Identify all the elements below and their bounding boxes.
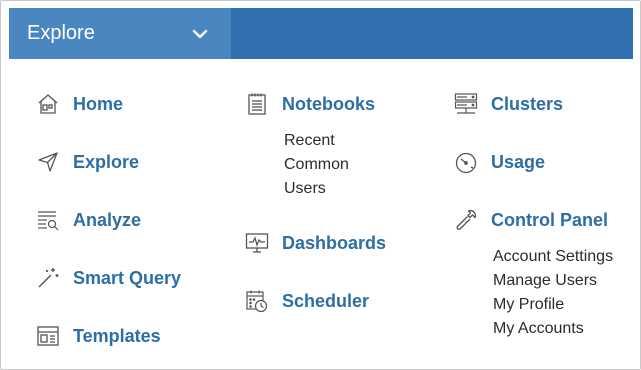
calendar-clock-icon xyxy=(244,288,270,314)
layout-template-icon xyxy=(35,323,61,349)
menu-item-explore[interactable]: Explore xyxy=(35,149,139,175)
menu-item-templates[interactable]: Templates xyxy=(35,323,161,349)
notebooks-submenu: Recent Common Users xyxy=(284,129,349,201)
header-bar: Explore xyxy=(9,8,633,59)
menu-item-notebooks[interactable]: Notebooks xyxy=(244,91,375,117)
menu-item-label: Notebooks xyxy=(282,93,376,114)
menu-item-label: Clusters xyxy=(491,93,564,114)
submenu-item-account-settings[interactable]: Account Settings xyxy=(493,245,613,269)
menu-item-label: Control Panel xyxy=(491,209,609,230)
explore-dropdown-label: Explore xyxy=(27,22,95,44)
home-icon xyxy=(35,91,61,117)
menu-item-label: Usage xyxy=(491,151,546,172)
menu-item-usage[interactable]: Usage xyxy=(453,149,545,175)
list-search-icon xyxy=(35,207,61,233)
menu-item-label: Dashboards xyxy=(282,232,387,253)
magic-wand-icon xyxy=(35,265,61,291)
wrench-icon xyxy=(453,207,479,233)
notebook-icon xyxy=(244,91,270,117)
paper-plane-icon xyxy=(35,149,61,175)
server-stack-icon xyxy=(453,91,479,117)
menu-item-label: Home xyxy=(73,93,124,114)
chevron-down-icon xyxy=(190,24,210,44)
menu-item-dashboards[interactable]: Dashboards xyxy=(244,230,386,256)
menu-item-smart-query[interactable]: Smart Query xyxy=(35,265,181,291)
menu-item-label: Analyze xyxy=(73,209,142,230)
speedometer-icon xyxy=(453,149,479,175)
menu-item-label: Explore xyxy=(73,151,140,172)
submenu-item-users[interactable]: Users xyxy=(284,177,349,201)
monitor-chart-icon xyxy=(244,230,270,256)
submenu-item-manage-users[interactable]: Manage Users xyxy=(493,269,613,293)
submenu-item-my-accounts[interactable]: My Accounts xyxy=(493,317,613,341)
submenu-item-my-profile[interactable]: My Profile xyxy=(493,293,613,317)
submenu-item-recent[interactable]: Recent xyxy=(284,129,349,153)
explore-dropdown-button[interactable]: Explore xyxy=(9,8,231,59)
control-panel-submenu: Account Settings Manage Users My Profile… xyxy=(493,245,613,341)
submenu-item-common[interactable]: Common xyxy=(284,153,349,177)
menu-item-label: Scheduler xyxy=(282,290,370,311)
menu-item-label: Smart Query xyxy=(73,267,182,288)
menu-item-home[interactable]: Home xyxy=(35,91,123,117)
menu-item-analyze[interactable]: Analyze xyxy=(35,207,141,233)
menu-item-label: Templates xyxy=(73,325,161,346)
menu-item-scheduler[interactable]: Scheduler xyxy=(244,288,369,314)
menu-item-control-panel[interactable]: Control Panel xyxy=(453,207,608,233)
menu-item-clusters[interactable]: Clusters xyxy=(453,91,563,117)
